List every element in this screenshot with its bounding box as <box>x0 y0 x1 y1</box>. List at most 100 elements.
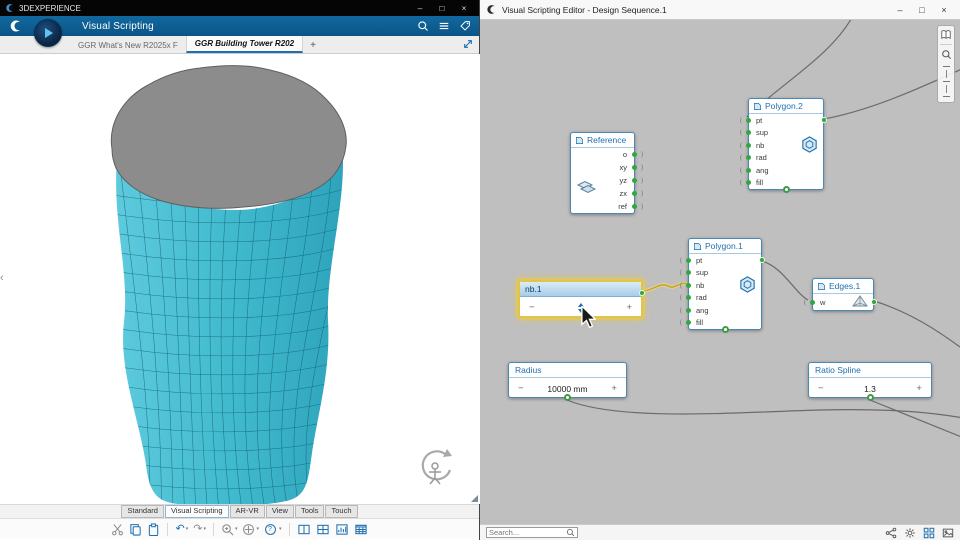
tab-visual-scripting[interactable]: Visual Scripting <box>164 505 229 518</box>
dropdown-caret-icon[interactable]: ▾ <box>256 526 259 532</box>
doc-tab-building-tower[interactable]: GGR Building Tower R202 <box>185 36 304 53</box>
port-dot[interactable] <box>686 282 691 288</box>
dropdown-caret-icon[interactable]: ▾ <box>203 526 206 532</box>
port-ang[interactable]: ang <box>680 304 761 317</box>
chart-view-button[interactable] <box>335 523 349 536</box>
port-pt[interactable]: pt <box>740 114 823 127</box>
bottom-output-dot[interactable] <box>782 186 790 193</box>
decrement-button[interactable]: − <box>818 383 824 394</box>
quad-view-button[interactable] <box>316 523 330 536</box>
port-dot[interactable] <box>686 270 691 276</box>
search-input[interactable] <box>489 528 566 537</box>
zoom-button[interactable]: ▾ <box>221 523 238 536</box>
decrement-button[interactable]: − <box>518 383 524 394</box>
tab-standard[interactable]: Standard <box>121 505 164 518</box>
wire-radius-output[interactable] <box>566 399 960 418</box>
dropdown-caret-icon[interactable]: ▾ <box>279 526 282 532</box>
increment-button[interactable]: + <box>611 383 617 394</box>
tab-touch[interactable]: Touch <box>325 505 358 518</box>
port-dot[interactable] <box>686 257 691 263</box>
port-ref[interactable]: ref <box>571 200 643 213</box>
expand-window-icon[interactable] <box>463 39 473 49</box>
node-polygon2[interactable]: Polygon.2 pt sup nb rad ang fill <box>740 98 827 193</box>
resize-handle[interactable] <box>471 495 478 502</box>
port-dot[interactable] <box>686 320 691 326</box>
port-dot[interactable] <box>746 130 751 136</box>
pan-button[interactable]: ▾ <box>242 523 259 536</box>
port-dot[interactable] <box>686 295 691 301</box>
node-radius[interactable]: Radius − 10000 mm + <box>508 362 627 401</box>
redo-button[interactable]: ↷ ▾ <box>193 523 206 535</box>
output-port-dot[interactable] <box>870 299 877 305</box>
port-dot[interactable] <box>746 142 751 148</box>
search-icon[interactable] <box>417 20 429 32</box>
node-reference[interactable]: Reference o xy yz zx ref <box>570 132 643 214</box>
table-view-button[interactable] <box>354 523 368 536</box>
bottom-output-dot[interactable] <box>721 326 729 333</box>
copy-button[interactable] <box>129 523 142 536</box>
port-dot[interactable] <box>632 191 637 196</box>
port-dot[interactable] <box>686 307 691 313</box>
dropdown-caret-icon[interactable]: ▾ <box>235 526 238 532</box>
port-ang[interactable]: ang <box>740 164 823 177</box>
output-port-dot[interactable] <box>638 290 645 296</box>
close-button[interactable]: × <box>454 3 474 13</box>
panel-collapse-chevron-icon[interactable]: ‹ <box>0 272 4 284</box>
paste-button[interactable] <box>147 522 160 536</box>
port-dot[interactable] <box>632 165 637 170</box>
output-port-dot[interactable] <box>820 117 827 123</box>
port-dot[interactable] <box>746 117 751 123</box>
node-search[interactable] <box>486 527 578 538</box>
port-dot[interactable] <box>810 299 815 305</box>
port-dot[interactable] <box>632 204 637 209</box>
tab-view[interactable]: View <box>265 505 294 518</box>
minimize-button[interactable]: – <box>410 3 430 13</box>
increment-button[interactable]: + <box>626 302 632 313</box>
split-view-button[interactable] <box>297 523 311 536</box>
port-dot[interactable] <box>632 152 637 157</box>
bottom-output-dot[interactable] <box>564 394 571 401</box>
port-o[interactable]: o <box>571 148 643 161</box>
ratio-spline-value[interactable]: 1.3 <box>864 384 876 394</box>
overview-book-icon[interactable] <box>940 29 952 40</box>
zoom-slider[interactable] <box>942 64 950 99</box>
radius-value[interactable]: 10000 mm <box>547 384 587 394</box>
minimize-button[interactable]: – <box>890 5 910 15</box>
port-dot[interactable] <box>746 167 751 173</box>
add-tab-button[interactable]: + <box>303 38 323 53</box>
image-icon[interactable] <box>942 527 954 539</box>
port-xy[interactable]: xy <box>571 161 643 174</box>
port-dot[interactable] <box>746 180 751 186</box>
robot-compass-icon[interactable] <box>414 448 456 488</box>
share-icon[interactable] <box>885 527 897 539</box>
3d-viewport[interactable]: ‹ <box>0 54 480 504</box>
apps-grid-icon[interactable] <box>923 527 935 539</box>
close-button[interactable]: × <box>934 5 954 15</box>
3dexperience-compass[interactable] <box>34 19 62 47</box>
node-polygon1[interactable]: Polygon.1 pt sup nb rad ang fill <box>680 238 765 333</box>
port-dot[interactable] <box>632 178 637 183</box>
wire-edges1-output[interactable] <box>873 300 960 350</box>
node-edges1[interactable]: Edges.1 w <box>804 278 877 311</box>
output-port-dot[interactable] <box>758 257 765 263</box>
node-graph-canvas[interactable]: Reference o xy yz zx ref Polygon.2 pt su… <box>480 20 960 524</box>
tag-icon[interactable] <box>459 20 471 32</box>
zoom-icon[interactable] <box>941 49 952 60</box>
undo-button[interactable]: ↶ ▾ <box>175 523 189 535</box>
help-button[interactable]: ? ▾ <box>264 523 282 536</box>
increment-button[interactable]: + <box>916 383 922 394</box>
wire-polygon1-to-edges1[interactable] <box>761 260 809 301</box>
tab-tools[interactable]: Tools <box>294 505 325 518</box>
doc-tab-whats-new[interactable]: GGR What's New R2025x F <box>70 38 186 53</box>
bottom-output-dot[interactable] <box>866 394 874 401</box>
port-pt[interactable]: pt <box>680 254 761 267</box>
dropdown-caret-icon[interactable]: ▾ <box>186 526 189 532</box>
search-icon[interactable] <box>566 528 575 537</box>
menu-icon[interactable] <box>438 20 450 32</box>
wire-ratio-spline-output[interactable] <box>869 399 960 438</box>
decrement-button[interactable]: − <box>529 302 535 313</box>
maximize-button[interactable]: □ <box>912 5 932 15</box>
cut-button[interactable] <box>111 523 124 536</box>
tab-ar-vr[interactable]: AR-VR <box>229 505 265 518</box>
node-ratio-spline[interactable]: Ratio Spline − 1.3 + <box>808 362 932 401</box>
